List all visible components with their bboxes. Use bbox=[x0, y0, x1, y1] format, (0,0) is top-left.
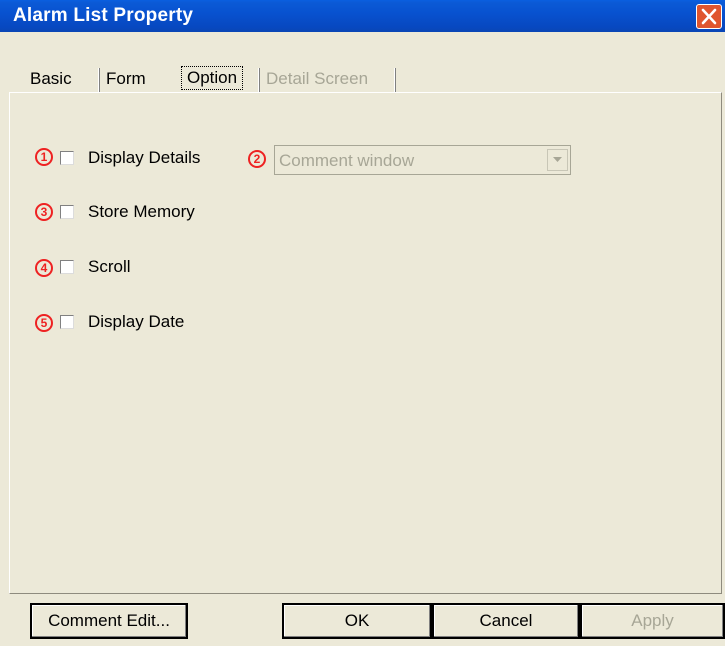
annotation-badge-5: 5 bbox=[35, 314, 53, 332]
chevron-down-icon bbox=[553, 157, 562, 162]
tab-separator bbox=[98, 68, 100, 92]
ok-button[interactable]: OK bbox=[282, 603, 432, 639]
scroll-label: Scroll bbox=[88, 257, 131, 276]
close-icon bbox=[701, 8, 717, 25]
display-details-checkbox[interactable] bbox=[60, 151, 74, 165]
scroll-checkbox[interactable] bbox=[60, 260, 74, 274]
store-memory-label: Store Memory bbox=[88, 202, 195, 221]
tab-separator bbox=[258, 68, 260, 92]
cancel-button[interactable]: Cancel bbox=[432, 603, 580, 639]
store-memory-checkbox[interactable] bbox=[60, 205, 74, 219]
annotation-badge-1: 1 bbox=[35, 148, 53, 166]
comment-edit-button[interactable]: Comment Edit... bbox=[30, 603, 188, 639]
close-button[interactable] bbox=[696, 4, 722, 29]
display-date-checkbox[interactable] bbox=[60, 315, 74, 329]
display-mode-value: Comment window bbox=[279, 151, 415, 170]
title-bar: Alarm List Property bbox=[0, 0, 725, 32]
annotation-badge-2: 2 bbox=[248, 150, 266, 168]
window-title: Alarm List Property bbox=[13, 5, 194, 26]
tab-basic[interactable]: Basic bbox=[30, 66, 72, 92]
display-date-label: Display Date bbox=[88, 312, 185, 331]
annotation-badge-4: 4 bbox=[35, 259, 53, 277]
dropdown-arrow-button bbox=[547, 149, 568, 171]
tab-detail-screen: Detail Screen bbox=[266, 69, 369, 88]
tab-separator bbox=[394, 68, 396, 92]
tab-form[interactable]: Form bbox=[106, 66, 146, 92]
apply-button: Apply bbox=[580, 603, 725, 639]
display-mode-dropdown: Comment window bbox=[274, 145, 571, 175]
display-details-label: Display Details bbox=[88, 148, 201, 167]
annotation-badge-3: 3 bbox=[35, 203, 53, 221]
tab-option[interactable]: Option bbox=[181, 66, 244, 90]
